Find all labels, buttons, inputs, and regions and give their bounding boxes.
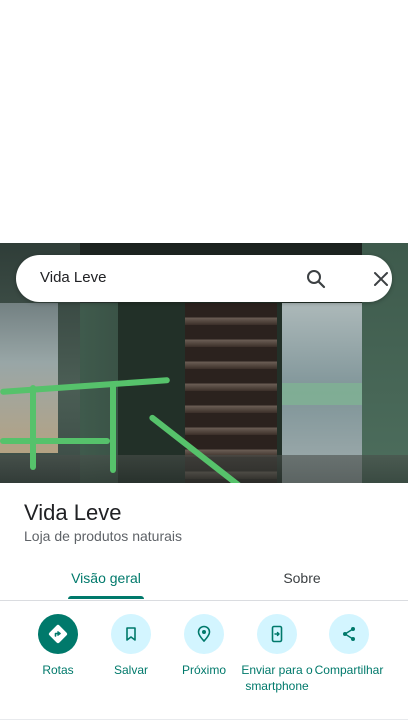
map-blank-area (0, 0, 408, 243)
tab-bar: Visão geral Sobre (0, 556, 408, 601)
directions-icon (38, 614, 78, 654)
place-title: Vida Leve (24, 500, 122, 525)
close-icon[interactable] (369, 267, 393, 291)
bookmark-icon (111, 614, 151, 654)
active-tab-indicator (68, 596, 144, 599)
share-label: Compartilhar (314, 663, 384, 677)
place-category[interactable]: Loja de produtos naturais (24, 528, 182, 544)
divider (0, 719, 408, 720)
share-icon (329, 614, 369, 654)
send-to-phone-icon (257, 614, 297, 654)
tab-overview-label: Visão geral (71, 570, 141, 586)
tab-overview[interactable]: Visão geral (64, 556, 148, 600)
tab-about-label: Sobre (283, 570, 321, 586)
tab-about[interactable]: Sobre (262, 556, 342, 600)
search-input[interactable]: Vida Leve (40, 269, 106, 286)
share-button[interactable]: Compartilhar (304, 614, 394, 678)
nearby-icon (184, 614, 224, 654)
search-bar[interactable]: Vida Leve (16, 255, 392, 302)
search-icon[interactable] (304, 267, 328, 291)
